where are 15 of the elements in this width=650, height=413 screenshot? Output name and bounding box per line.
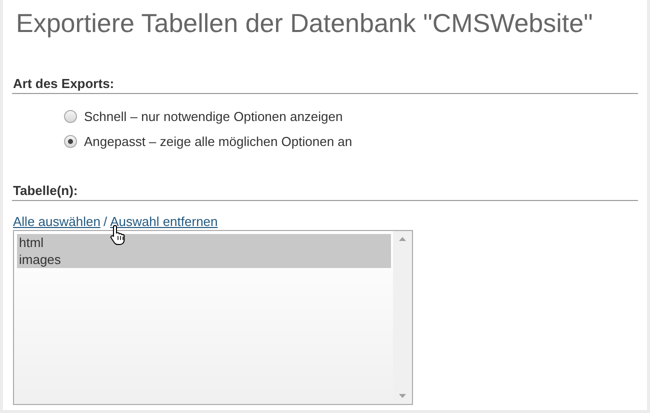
section-heading: Tabelle(n): [12,184,638,201]
table-listbox[interactable]: html images [13,230,413,405]
table-option[interactable]: html [17,234,391,251]
page-title: Exportiere Tabellen der Datenbank "CMSWebsite" [15,7,594,36]
radio-button[interactable] [64,135,77,148]
radio-label[interactable]: Schnell – nur notwendige Optionen anzeigen [84,108,343,125]
separator: / [102,215,108,228]
scroll-down-icon[interactable] [399,394,406,398]
deselect-all-link[interactable]: Auswahl entfernen [110,215,218,228]
radio-button[interactable] [64,110,77,123]
select-all-link[interactable]: Alle auswählen [13,215,100,228]
scroll-up-icon[interactable] [399,237,406,241]
table-option[interactable]: images [17,251,391,268]
radio-label[interactable]: Angepasst – zeige alle möglichen Optionen an [84,133,352,150]
section-heading: Art des Exports: [12,77,638,94]
